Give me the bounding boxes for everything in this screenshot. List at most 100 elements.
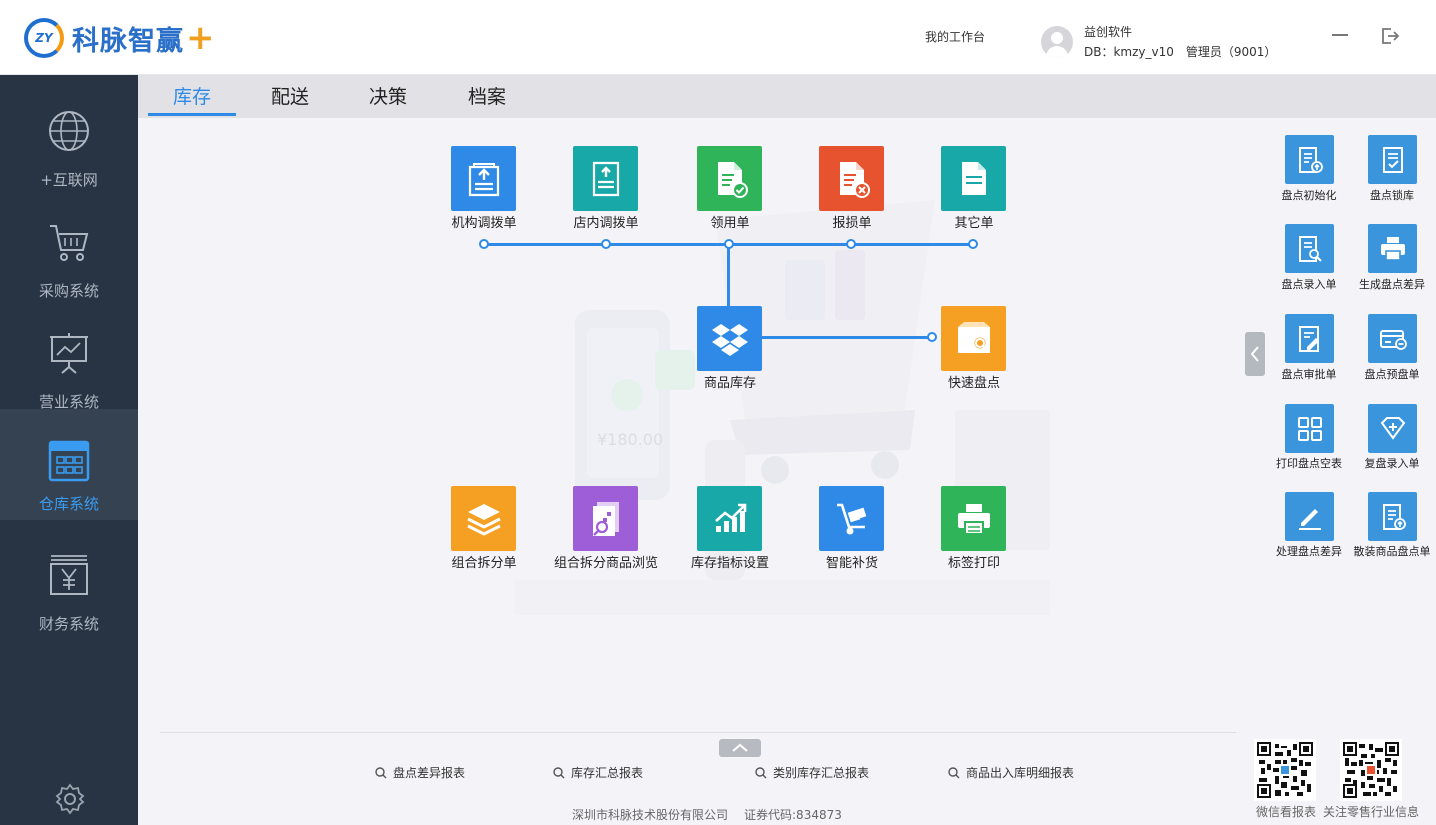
minimize-icon[interactable] <box>1331 24 1349 46</box>
doc-search-icon <box>1298 235 1322 262</box>
settings-gear-icon[interactable] <box>53 782 87 816</box>
logo-plus: + <box>186 18 215 58</box>
my-workbench-link[interactable]: 我的工作台 <box>925 28 985 45</box>
printer-icon <box>1380 236 1405 261</box>
combo-browse-tile[interactable] <box>573 486 638 551</box>
chevron-up-icon <box>732 743 748 752</box>
doc-upload-icon <box>1382 503 1406 530</box>
company-name: 深圳市科脉技术股份有限公司 <box>572 808 729 822</box>
product-stock-label: 商品库存 <box>703 376 756 391</box>
stocktake-init-button[interactable] <box>1285 135 1334 184</box>
pre-stocktake-label: 盘点预盘单 <box>1364 368 1420 381</box>
product-stock-tile[interactable] <box>697 306 762 371</box>
user-avatar[interactable] <box>1041 26 1073 58</box>
sidebar: +互联网 采购系统 营业系统 仓库系统 财务系统 <box>0 75 138 825</box>
label-print-label: 标签打印 <box>947 556 1000 571</box>
handle-diff-button[interactable] <box>1285 492 1334 541</box>
report-link-label: 类别库存汇总报表 <box>773 766 870 780</box>
report-link-category[interactable]: 类别库存汇总报表 <box>755 764 869 781</box>
layers-icon <box>466 503 501 536</box>
quick-stocktake-label: 快速盘点 <box>947 376 1000 391</box>
store-transfer-tile[interactable] <box>573 146 638 211</box>
transfer-doc-icon <box>468 162 499 196</box>
tab-active-underline <box>148 113 236 116</box>
sidebar-item-sales[interactable]: 营业系统 <box>0 307 138 418</box>
sidebar-item-finance[interactable]: 财务系统 <box>0 529 138 640</box>
search-icon <box>755 766 767 778</box>
print-blank-sheet-label: 打印盘点空表 <box>1276 457 1342 470</box>
qr-retail-label: 关注零售行业信息 <box>1323 805 1420 819</box>
requisition-doc-icon <box>717 161 748 198</box>
logo-mark-icon: ZY <box>24 18 64 58</box>
search-icon <box>375 766 387 778</box>
report-link-label: 商品出入库明细报表 <box>966 766 1075 780</box>
stocktake-lock-button[interactable] <box>1368 135 1417 184</box>
printer-icon <box>957 503 990 535</box>
doc-upload-icon <box>1298 146 1323 173</box>
damage-report-tile[interactable] <box>819 146 884 211</box>
doc-check-icon <box>1382 146 1403 173</box>
sidebar-item-warehouse[interactable]: 仓库系统 <box>0 409 138 520</box>
user-db-info: DB：kmzy_v10 管理员（9001） <box>1084 45 1277 59</box>
globe-icon <box>49 111 89 151</box>
quick-stocktake-icon <box>957 321 990 353</box>
bulk-stocktake-button[interactable] <box>1368 492 1417 541</box>
org-transfer-tile[interactable] <box>451 146 516 211</box>
flow-node <box>927 332 937 342</box>
doc-edit-icon <box>1298 325 1319 352</box>
flow-line-quick <box>762 336 932 339</box>
store-transfer-icon <box>592 161 619 196</box>
stocktake-lock-label: 盘点锁库 <box>1370 189 1414 202</box>
other-doc-tile[interactable] <box>941 146 1006 211</box>
stocktake-entry-button[interactable] <box>1285 224 1334 273</box>
stocktake-entry-label: 盘点录入单 <box>1281 278 1337 291</box>
tab-delivery[interactable]: 配送 <box>248 75 332 118</box>
qr-code-icon <box>1343 742 1399 798</box>
collapse-panel-button[interactable] <box>1245 332 1265 376</box>
report-link-summary[interactable]: 库存汇总报表 <box>553 764 643 781</box>
sidebar-item-label: 仓库系统 <box>38 495 99 513</box>
report-link-label: 盘点差异报表 <box>393 766 466 780</box>
combo-split-tile[interactable] <box>451 486 516 551</box>
user-name: 益创软件 <box>1084 25 1133 39</box>
expand-reports-button[interactable] <box>719 739 761 757</box>
sidebar-item-label: +互联网 <box>40 171 98 189</box>
tab-inventory[interactable]: 库存 <box>148 75 236 118</box>
warehouse-icon <box>48 440 90 482</box>
requisition-tile[interactable] <box>697 146 762 211</box>
tab-decision[interactable]: 决策 <box>346 75 430 118</box>
company-info: 深圳市科脉技术股份有限公司 证券代码:834873 <box>572 806 842 823</box>
generate-diff-label: 生成盘点差异 <box>1359 278 1425 291</box>
stocktake-approval-button[interactable] <box>1285 314 1334 363</box>
sidebar-item-label: 采购系统 <box>38 282 99 300</box>
qr-wechat-label: 微信看报表 <box>1256 805 1317 819</box>
logo-text: 科脉智赢 <box>72 25 184 57</box>
other-doc-icon <box>961 161 986 195</box>
report-link-inout[interactable]: 商品出入库明细报表 <box>948 764 1074 781</box>
search-icon <box>553 766 565 778</box>
grid-icon <box>1297 416 1322 441</box>
yuan-icon <box>50 555 88 595</box>
pre-stocktake-button[interactable] <box>1368 314 1417 363</box>
generate-diff-button[interactable] <box>1368 224 1417 273</box>
tab-archive[interactable]: 档案 <box>445 75 529 118</box>
stocktake-approval-label: 盘点审批单 <box>1281 368 1337 381</box>
recount-entry-button[interactable] <box>1368 404 1417 453</box>
cart-icon <box>50 225 89 261</box>
sidebar-item-purchase[interactable]: 采购系统 <box>0 196 138 307</box>
print-blank-sheet-button[interactable] <box>1285 404 1334 453</box>
quick-stocktake-tile[interactable] <box>941 306 1006 371</box>
stock-indicator-tile[interactable] <box>697 486 762 551</box>
presentation-icon <box>50 333 88 374</box>
label-print-tile[interactable] <box>941 486 1006 551</box>
smart-replenish-tile[interactable] <box>819 486 884 551</box>
sidebar-item-internet[interactable]: +互联网 <box>0 85 138 196</box>
dropbox-icon <box>711 323 748 356</box>
sidebar-item-label: 财务系统 <box>38 615 99 633</box>
logout-icon[interactable] <box>1380 26 1400 46</box>
diamond-plus-icon <box>1380 416 1405 440</box>
flow-node <box>479 239 489 249</box>
flow-node <box>601 239 611 249</box>
report-link-diff[interactable]: 盘点差异报表 <box>375 764 465 781</box>
stock-code: 证券代码:834873 <box>744 808 842 822</box>
